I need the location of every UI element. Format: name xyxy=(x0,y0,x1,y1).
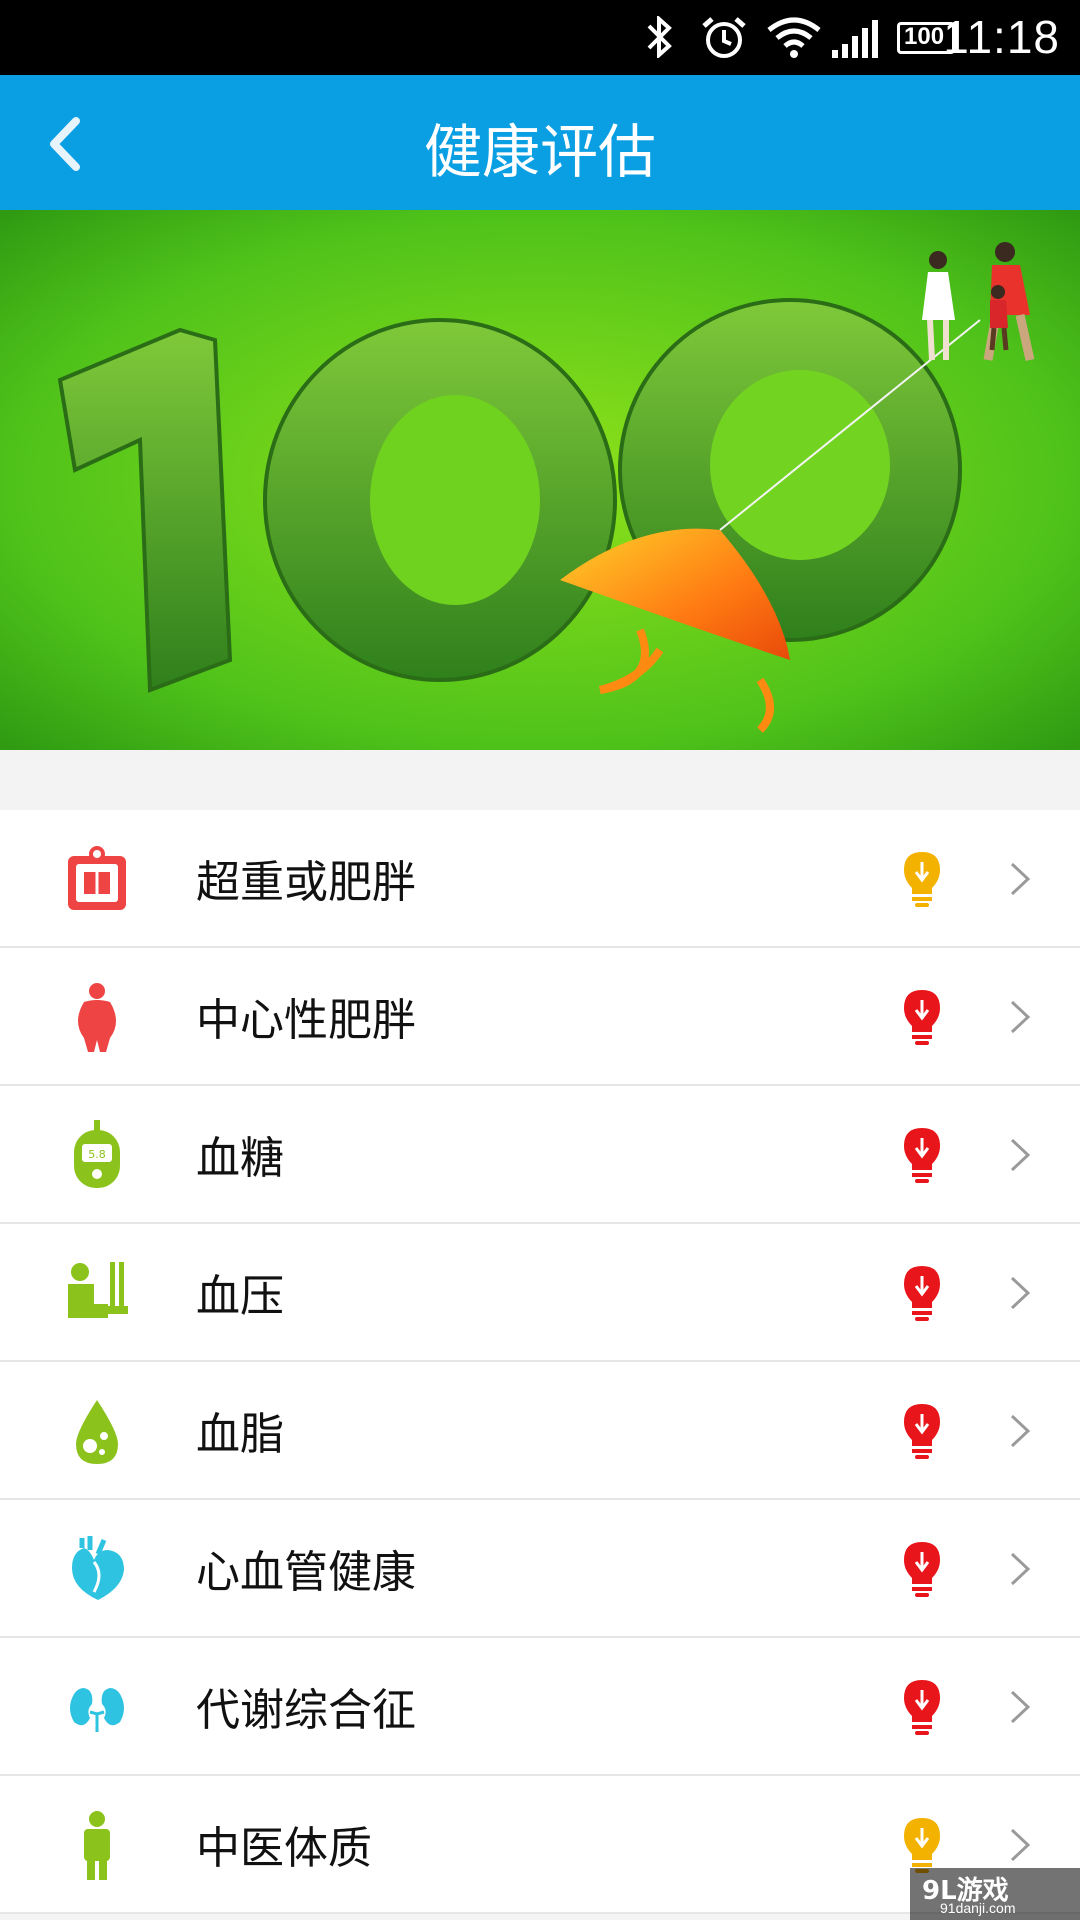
app-bar: 健康评估 xyxy=(0,75,1080,210)
scale-icon xyxy=(64,844,130,914)
assessment-label: 超重或肥胖 xyxy=(196,857,416,908)
signal-icon xyxy=(832,20,878,58)
chevron-right-icon xyxy=(1004,1410,1034,1452)
assessment-row[interactable]: 中心性肥胖 xyxy=(0,948,1080,1086)
assessment-row[interactable]: 5.8 血糖 xyxy=(0,1086,1080,1224)
assessment-row[interactable]: 心血管健康 xyxy=(0,1500,1080,1638)
lightbulb-yellow-icon xyxy=(900,1816,944,1874)
chevron-right-icon xyxy=(1004,858,1034,900)
person-icon xyxy=(64,1810,130,1880)
chevron-right-icon xyxy=(1004,1134,1034,1176)
kidney-icon xyxy=(64,1672,130,1742)
assessment-label: 中心性肥胖 xyxy=(196,995,416,1046)
lipid-drop-icon xyxy=(64,1396,130,1466)
watermark-subtitle: 91danji.com xyxy=(940,1900,1016,1916)
heart-icon xyxy=(64,1534,130,1604)
assessment-label: 血糖 xyxy=(196,1133,284,1184)
lightbulb-yellow-icon xyxy=(900,850,944,908)
assessment-row[interactable]: 代谢综合征 xyxy=(0,1638,1080,1776)
lightbulb-red-icon xyxy=(900,1678,944,1736)
banner-image xyxy=(0,210,1080,750)
page-title: 健康评估 xyxy=(423,118,656,186)
assessment-label: 中医体质 xyxy=(196,1823,372,1874)
assessment-label: 代谢综合征 xyxy=(196,1685,416,1736)
lightbulb-red-icon xyxy=(900,1402,944,1460)
lightbulb-red-icon xyxy=(900,1264,944,1322)
glucose-meter-icon: 5.8 xyxy=(64,1120,130,1190)
lightbulb-red-icon xyxy=(900,1126,944,1184)
assessment-label: 血压 xyxy=(196,1271,284,1322)
assessment-row[interactable]: 血压 xyxy=(0,1224,1080,1362)
watermark: 9L游戏 91danji.com xyxy=(910,1868,1080,1920)
assessment-label: 血脂 xyxy=(196,1409,284,1460)
bluetooth-icon xyxy=(647,16,672,58)
lightbulb-red-icon xyxy=(900,988,944,1046)
svg-text:5.8: 5.8 xyxy=(88,1148,106,1161)
chevron-right-icon xyxy=(1004,1548,1034,1590)
lightbulb-red-icon xyxy=(900,1540,944,1598)
chevron-right-icon xyxy=(1004,1824,1034,1866)
battery-level: 100 xyxy=(904,23,945,50)
clock: 11:18 xyxy=(943,11,1060,63)
status-bar: 100 11:18 xyxy=(0,0,1080,75)
chevron-right-icon xyxy=(1004,1686,1034,1728)
alarm-icon xyxy=(702,17,746,58)
assessment-row[interactable]: 超重或肥胖 xyxy=(0,810,1080,948)
wifi-icon xyxy=(767,17,821,58)
assessment-list: 超重或肥胖中心性肥胖 5.8 血糖血压血脂心血管健康代谢综合征中医体质 xyxy=(0,810,1080,1914)
section-gap xyxy=(0,750,1080,810)
blood-pressure-icon xyxy=(64,1258,130,1328)
chevron-right-icon xyxy=(1004,1272,1034,1314)
body-icon xyxy=(64,982,130,1052)
chevron-right-icon xyxy=(1004,996,1034,1038)
assessment-label: 心血管健康 xyxy=(196,1547,416,1598)
assessment-row[interactable]: 血脂 xyxy=(0,1362,1080,1500)
